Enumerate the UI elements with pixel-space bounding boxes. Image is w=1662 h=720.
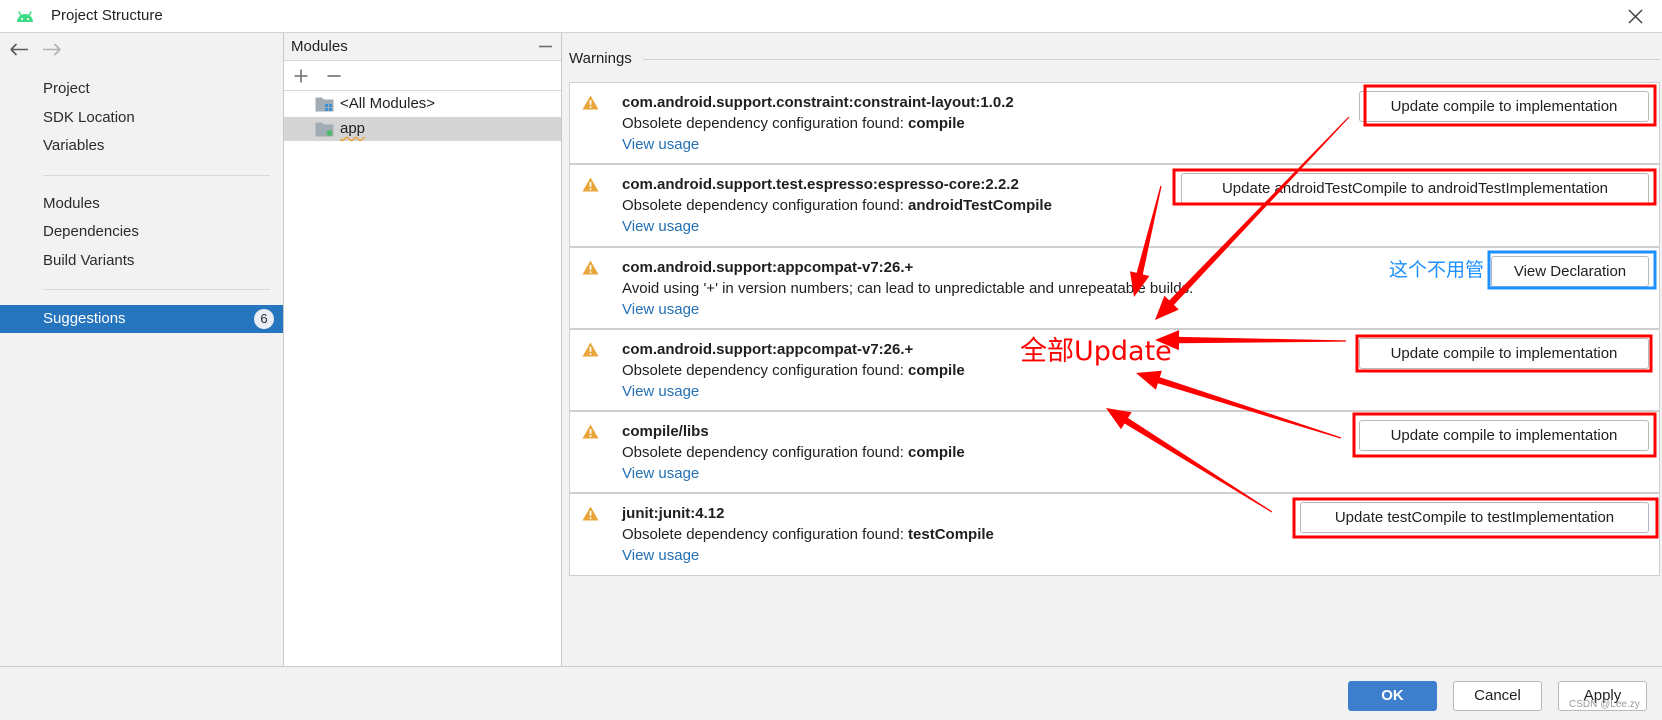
module-folder-icon bbox=[315, 122, 334, 137]
warning-configuration: compile bbox=[908, 444, 965, 462]
modules-toolbar bbox=[284, 61, 561, 91]
modules-header-label: Modules bbox=[291, 38, 348, 55]
sidebar-item-project[interactable]: Project bbox=[0, 75, 283, 103]
sidebar-item-dependencies[interactable]: Dependencies bbox=[0, 218, 283, 246]
warning-card: com.android.support:appcompat-v7:26.+ Ob… bbox=[569, 328, 1660, 412]
tree-item-all-modules[interactable]: <All Modules> bbox=[284, 92, 561, 116]
modules-header: Modules bbox=[284, 33, 561, 61]
warning-message-text: Obsolete dependency configuration found: bbox=[622, 526, 909, 544]
warning-message-text: Avoid using '+' in version numbers; can … bbox=[622, 279, 1194, 297]
warning-icon bbox=[582, 260, 599, 275]
modules-folder-icon bbox=[315, 97, 334, 112]
sidebar-item-label: Suggestions bbox=[43, 310, 126, 327]
cancel-button[interactable]: Cancel bbox=[1453, 681, 1542, 711]
update-test-compile-button[interactable]: Update testCompile to testImplementation bbox=[1300, 502, 1649, 534]
warning-message: Obsolete dependency configuration found:… bbox=[622, 196, 1052, 216]
close-icon[interactable] bbox=[1628, 9, 1643, 24]
warning-card: com.android.support:appcompat-v7:26.+ Av… bbox=[569, 246, 1660, 329]
update-compile-button[interactable]: Update compile to implementation bbox=[1359, 337, 1649, 369]
warning-icon bbox=[582, 177, 599, 192]
warning-message: Obsolete dependency configuration found:… bbox=[622, 361, 965, 381]
warning-card: com.android.support.constraint:constrain… bbox=[569, 82, 1660, 165]
view-usage-link[interactable]: View usage bbox=[622, 546, 699, 566]
ok-button[interactable]: OK bbox=[1348, 681, 1437, 711]
view-usage-link[interactable]: View usage bbox=[622, 135, 699, 155]
sidebar-item-label: Dependencies bbox=[43, 223, 139, 240]
sidebar-item-sdk-location[interactable]: SDK Location bbox=[0, 104, 283, 132]
warning-message: Obsolete dependency configuration found:… bbox=[622, 443, 965, 463]
project-structure-dialog: Project Structure Project SDK Location V… bbox=[0, 0, 1662, 720]
warning-title: junit:junit:4.12 bbox=[622, 505, 725, 523]
warning-card: compile/libs Obsolete dependency configu… bbox=[569, 411, 1660, 494]
warning-title: com.android.support:appcompat-v7:26.+ bbox=[622, 340, 914, 358]
arrow-left-icon[interactable] bbox=[10, 43, 29, 56]
tree-item-label: app bbox=[340, 120, 366, 137]
minus-icon[interactable] bbox=[326, 68, 342, 84]
warnings-list: com.android.support.constraint:constrain… bbox=[569, 82, 1660, 576]
warning-card: junit:junit:4.12 Obsolete dependency con… bbox=[569, 493, 1660, 576]
sidebar-divider bbox=[43, 175, 270, 176]
dialog-footer: OK Cancel Apply CSDN @Lee.zy bbox=[0, 666, 1662, 720]
suggestions-panel: Warnings com.android.support.constraint:… bbox=[562, 33, 1662, 666]
warning-message-text: Obsolete dependency configuration found: bbox=[622, 444, 909, 462]
warnings-heading: Warnings bbox=[569, 50, 632, 67]
warning-icon bbox=[582, 424, 599, 439]
warning-title: compile/libs bbox=[622, 423, 709, 441]
update-compile-button[interactable]: Update compile to implementation bbox=[1359, 420, 1649, 452]
warning-configuration: compile bbox=[908, 115, 965, 132]
watermark: CSDN @Lee.zy bbox=[1569, 699, 1640, 710]
android-icon bbox=[17, 11, 33, 22]
warning-icon bbox=[582, 342, 599, 357]
title-bar: Project Structure bbox=[0, 0, 1662, 33]
warning-message-text: Obsolete dependency configuration found: bbox=[622, 361, 909, 379]
update-android-test-compile-button[interactable]: Update androidTestCompile to androidTest… bbox=[1181, 173, 1649, 205]
sidebar-divider bbox=[43, 289, 270, 290]
view-usage-link[interactable]: View usage bbox=[622, 217, 699, 237]
window-title: Project Structure bbox=[51, 7, 163, 24]
sidebar: Project SDK Location Variables Modules D… bbox=[0, 33, 284, 666]
warning-icon bbox=[582, 95, 599, 110]
warning-message: Obsolete dependency configuration found:… bbox=[622, 114, 965, 134]
suggestions-count-badge: 6 bbox=[254, 309, 274, 329]
view-declaration-button[interactable]: View Declaration bbox=[1491, 255, 1649, 287]
warnings-separator bbox=[643, 59, 1660, 60]
warning-message: Obsolete dependency configuration found:… bbox=[622, 525, 994, 545]
view-usage-link[interactable]: View usage bbox=[622, 382, 699, 402]
modules-panel: Modules <All Modules> app bbox=[284, 33, 562, 666]
warning-message-text: Obsolete dependency configuration found: bbox=[622, 115, 909, 132]
sidebar-item-label: Project bbox=[43, 80, 90, 97]
sidebar-item-variables[interactable]: Variables bbox=[0, 132, 283, 160]
arrow-right-icon[interactable] bbox=[42, 43, 61, 56]
plus-icon[interactable] bbox=[293, 68, 309, 84]
warning-title: com.android.support.test.espresso:espres… bbox=[622, 176, 1019, 194]
view-usage-link[interactable]: View usage bbox=[622, 464, 699, 484]
sidebar-item-label: Variables bbox=[43, 137, 105, 154]
sidebar-item-build-variants[interactable]: Build Variants bbox=[0, 247, 283, 275]
sidebar-item-label: Modules bbox=[43, 195, 100, 212]
view-usage-link[interactable]: View usage bbox=[622, 300, 699, 320]
sidebar-item-suggestions[interactable]: Suggestions 6 bbox=[0, 305, 283, 333]
update-compile-button[interactable]: Update compile to implementation bbox=[1359, 91, 1649, 122]
warning-configuration: compile bbox=[908, 361, 965, 379]
warning-configuration: testCompile bbox=[908, 526, 994, 544]
sidebar-item-modules[interactable]: Modules bbox=[0, 190, 283, 218]
warning-title: com.android.support.constraint:constrain… bbox=[622, 94, 1014, 111]
tree-item-label: <All Modules> bbox=[340, 95, 436, 112]
minus-icon[interactable] bbox=[538, 40, 553, 53]
sidebar-item-label: SDK Location bbox=[43, 109, 135, 126]
warning-title: com.android.support:appcompat-v7:26.+ bbox=[622, 258, 914, 276]
warning-card: com.android.support.test.espresso:espres… bbox=[569, 164, 1660, 247]
tree-item-app[interactable]: app bbox=[284, 117, 561, 141]
warning-configuration: androidTestCompile bbox=[908, 197, 1052, 215]
warning-message-text: Obsolete dependency configuration found: bbox=[622, 197, 909, 215]
sidebar-item-label: Build Variants bbox=[43, 252, 135, 269]
warning-icon bbox=[582, 506, 599, 521]
warning-message: Avoid using '+' in version numbers; can … bbox=[622, 279, 1193, 299]
